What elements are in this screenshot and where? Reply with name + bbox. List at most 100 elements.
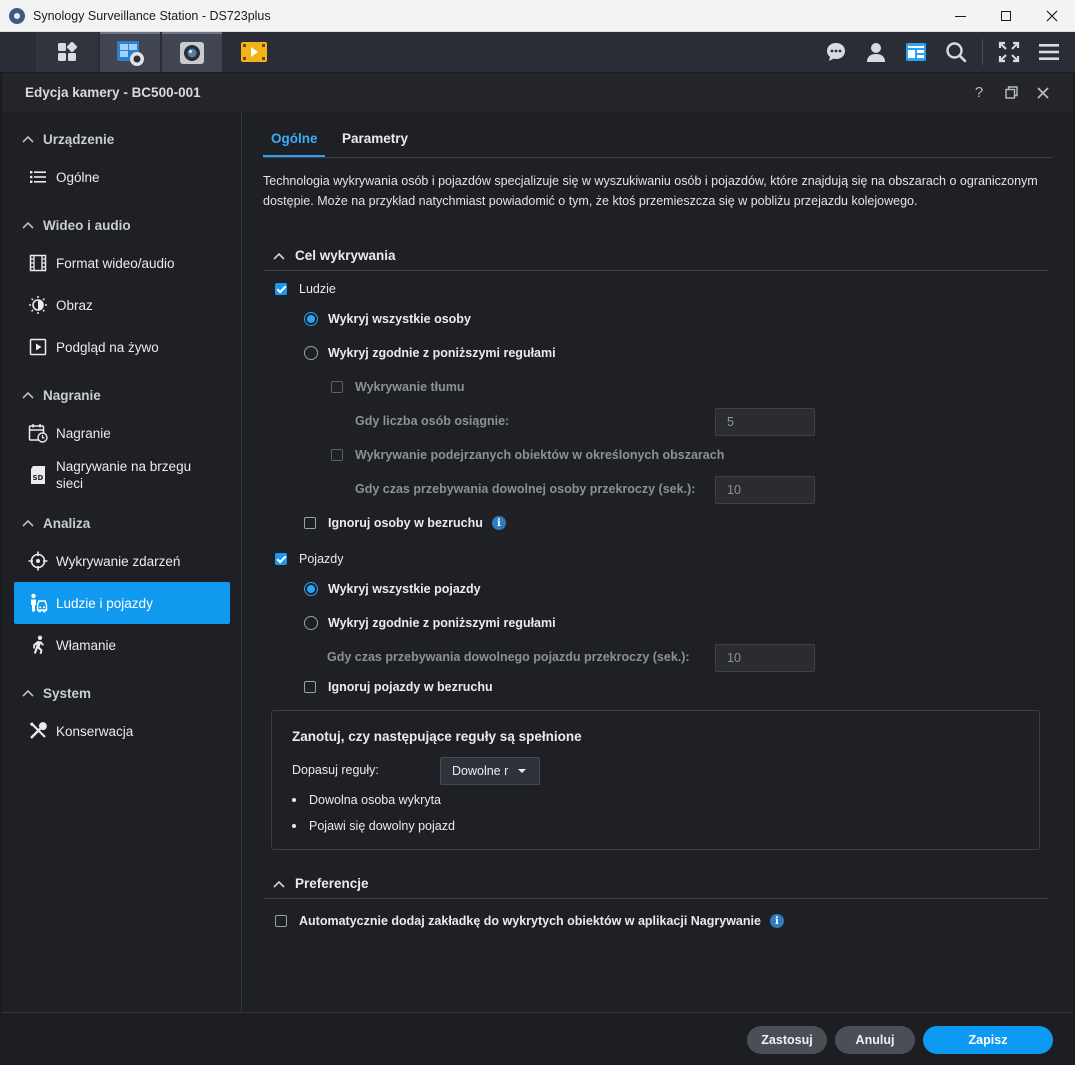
sidebar-section-label: Wideo i audio	[43, 217, 131, 233]
cancel-button[interactable]: Anuluj	[835, 1026, 915, 1054]
vehicles-detect-rules-row[interactable]: Wykryj zgodnie z poniższymi regułami	[304, 616, 556, 630]
account-button[interactable]	[856, 32, 896, 72]
close-window-button[interactable]	[1029, 0, 1075, 32]
auto-bookmark-checkbox[interactable]	[275, 915, 287, 927]
sidebar-item-label: Ludzie i pojazdy	[56, 595, 153, 611]
fullscreen-icon	[998, 41, 1020, 63]
chevron-up-icon	[22, 517, 34, 529]
messages-button[interactable]	[816, 32, 856, 72]
close-icon	[1037, 86, 1049, 99]
calendar-clock-icon	[28, 423, 48, 443]
sidebar-item-people-vehicles[interactable]: Ludzie i pojazdy	[14, 582, 230, 624]
dialog-title: Edycja kamery - BC500-001	[25, 85, 201, 100]
apply-button[interactable]: Zastosuj	[747, 1026, 827, 1054]
people-detect-rules-row[interactable]: Wykryj zgodnie z poniższymi regułami	[304, 346, 556, 360]
sidebar-item-edge-recording[interactable]: SD Nagrywanie na brzegu sieci	[14, 456, 230, 494]
feature-description: Technologia wykrywania osób i pojazdów s…	[263, 174, 1038, 208]
rules-panel: Zanotuj, czy następujące reguły są spełn…	[271, 710, 1040, 850]
sidebar-item-video-format[interactable]: Format wideo/audio	[14, 248, 230, 278]
ignore-static-vehicles-label: Ignoruj pojazdy w bezruchu	[328, 680, 493, 694]
sidebar-item-label: Podgląd na żywo	[56, 339, 159, 355]
menu-button[interactable]	[1029, 32, 1069, 72]
monitor-center-app-tile[interactable]	[162, 32, 222, 72]
rule-item-text: Pojawi się dowolny pojazd	[309, 819, 455, 833]
sidebar-section-video-audio[interactable]: Wideo i audio	[2, 210, 242, 240]
search-button[interactable]	[936, 32, 976, 72]
vehicles-checkbox-row[interactable]: Pojazdy	[275, 552, 343, 566]
ignore-static-people-checkbox[interactable]	[304, 517, 316, 529]
sidebar-section-system[interactable]: System	[2, 678, 242, 708]
ignore-static-people-row[interactable]: Ignoruj osoby w bezruchu i	[304, 516, 506, 530]
sidebar-section-label: Urządzenie	[43, 131, 115, 147]
people-detect-all-row[interactable]: Wykryj wszystkie osoby	[304, 312, 471, 326]
video-clip-icon	[241, 42, 267, 62]
people-loiter-checkbox[interactable]	[331, 449, 343, 461]
chevron-up-icon	[22, 389, 34, 401]
people-detect-all-radio[interactable]	[304, 312, 318, 326]
vehicles-detect-all-row[interactable]: Wykryj wszystkie pojazdy	[304, 582, 481, 596]
ignore-static-vehicles-checkbox[interactable]	[304, 681, 316, 693]
detection-target-header[interactable]: Cel wykrywania	[263, 241, 1048, 271]
crowd-count-label: Gdy liczba osób osiągnie:	[355, 414, 510, 428]
vehicles-loiter-time-input[interactable]: 10	[715, 644, 815, 672]
sidebar-item-intrusion[interactable]: Włamanie	[14, 630, 230, 660]
auto-bookmark-row[interactable]: Automatycznie dodaj zakładkę do wykrytyc…	[275, 914, 784, 928]
sidebar-item-recording[interactable]: Nagranie	[14, 418, 230, 448]
sidebar-section-analytics[interactable]: Analiza	[2, 508, 242, 538]
match-rules-dropdown[interactable]: Dowolne r	[440, 757, 540, 785]
sidebar-item-label: Format wideo/audio	[56, 255, 175, 271]
tools-icon	[28, 721, 48, 741]
sidebar-item-maintenance[interactable]: Konserwacja	[14, 716, 230, 746]
info-icon[interactable]: i	[769, 914, 784, 928]
close-dialog-button[interactable]	[1027, 78, 1059, 108]
restore-icon	[1004, 86, 1018, 99]
user-icon	[867, 43, 885, 62]
save-button[interactable]: Zapisz	[923, 1026, 1053, 1054]
people-checkbox-row[interactable]: Ludzie	[275, 282, 336, 296]
help-button[interactable]: ?	[963, 78, 995, 108]
sidebar-item-event-detection[interactable]: Wykrywanie zdarzeń	[14, 546, 230, 576]
vehicles-label: Pojazdy	[299, 552, 344, 566]
vehicles-detect-all-radio[interactable]	[304, 582, 318, 596]
settings-content: Ogólne Parametry Technologia wykrywania …	[243, 112, 1073, 1012]
people-loiter-time-input[interactable]: 10	[715, 476, 815, 504]
main-menu-button[interactable]	[36, 32, 98, 72]
sidebar-item-image[interactable]: Obraz	[14, 290, 230, 320]
minimize-button[interactable]	[937, 0, 983, 32]
chevron-up-icon	[22, 687, 34, 699]
sidebar-section-device[interactable]: Urządzenie	[2, 124, 242, 154]
sidebar-item-general[interactable]: Ogólne	[14, 162, 230, 192]
people-detect-rules-radio[interactable]	[304, 346, 318, 360]
maximize-button[interactable]	[983, 0, 1029, 32]
ip-camera-app-tile[interactable]	[100, 32, 160, 72]
dashboard-button[interactable]	[896, 32, 936, 72]
ignore-static-vehicles-row[interactable]: Ignoruj pojazdy w bezruchu	[304, 680, 493, 694]
sidebar-item-live-view[interactable]: Podgląd na żywo	[14, 332, 230, 362]
vehicles-detect-rules-radio[interactable]	[304, 616, 318, 630]
tab-general[interactable]: Ogólne	[271, 131, 318, 146]
close-icon	[1046, 10, 1058, 22]
info-icon[interactable]: i	[491, 516, 506, 530]
active-tab-indicator	[263, 155, 325, 157]
brightness-icon	[28, 295, 48, 315]
restore-button[interactable]	[995, 78, 1027, 108]
people-loiter-time-label: Gdy czas przebywania dowolnej osoby prze…	[355, 482, 696, 496]
crowd-count-input[interactable]: 5	[715, 408, 815, 436]
sidebar-section-recording[interactable]: Nagranie	[2, 380, 242, 410]
timeline-app-tile[interactable]	[224, 32, 284, 72]
section-title: Preferencje	[295, 876, 369, 891]
vehicles-loiter-time-row: Gdy czas przebywania dowolnego pojazdu p…	[327, 650, 690, 664]
search-icon	[946, 42, 967, 63]
vehicles-detect-all-label: Wykryj wszystkie pojazdy	[328, 582, 481, 596]
sidebar-item-label: Obraz	[56, 297, 93, 313]
crowd-detection-checkbox[interactable]	[331, 381, 343, 393]
grid-icon	[58, 41, 78, 61]
crosshair-icon	[28, 551, 48, 571]
webcam-icon	[180, 42, 204, 64]
tab-parameters[interactable]: Parametry	[342, 131, 408, 146]
preferences-header[interactable]: Preferencje	[263, 869, 1048, 899]
sidebar-item-label: Wykrywanie zdarzeń	[56, 553, 181, 569]
fullscreen-button[interactable]	[989, 32, 1029, 72]
people-checkbox[interactable]	[275, 283, 287, 295]
vehicles-checkbox[interactable]	[275, 553, 287, 565]
